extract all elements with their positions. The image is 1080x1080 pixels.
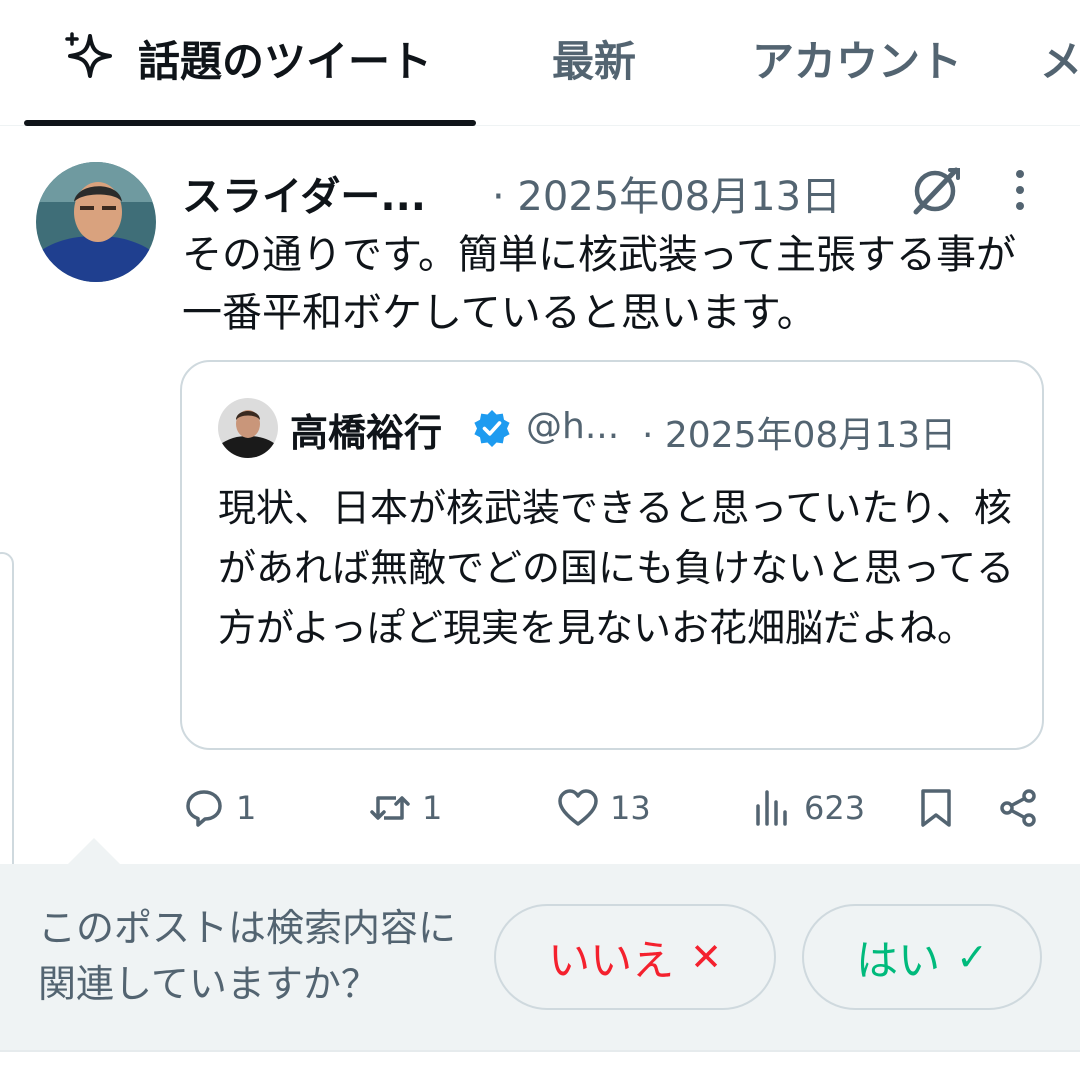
quoted-text: 現状、日本が核武装できると思っていたり、核があれば無敵でどの国にも負けないと思っ… [218,486,1015,650]
views-button[interactable]: 623 [750,780,865,836]
quoted-avatar[interactable] [218,398,278,458]
verified-badge-icon [474,410,510,447]
yes-button[interactable]: はい ✓ [802,904,1042,1010]
tab-label: 最新 [552,36,637,86]
share-icon [1000,789,1036,827]
active-tab-indicator [24,120,476,126]
tweet-text: その通りです。簡単に核武装って主張する事が一番平和ボケしていると思います。 [182,232,1016,336]
views-chart-icon [756,790,787,826]
tab-label: アカウント [752,36,963,86]
tab-label: メ [1040,36,1080,86]
yes-button-label: はい [856,935,941,985]
quoted-tweet[interactable]: 高橋裕行 @h... · 2025年08月13日 現状、日本が核武装できると思っ… [180,360,1044,750]
prompt-pointer [66,838,122,866]
quoted-handle[interactable]: @h... [526,406,619,447]
sparkle-icon [65,32,112,78]
reply-count: 1 [236,789,257,827]
reply-button[interactable]: 1 [182,780,256,836]
bookmark-icon [921,789,951,827]
repost-button[interactable]: 1 [368,780,442,836]
divider [0,1050,1080,1052]
grok-icon[interactable] [906,162,964,220]
repost-icon [370,796,410,820]
tab-top-tweets[interactable]: 話題のツイート [60,28,432,88]
no-button-label: いいえ [548,935,675,985]
view-count: 623 [804,789,866,827]
relevance-question: このポストは検索内容に関連していますか？ [38,906,457,1006]
bookmark-button[interactable] [914,780,958,836]
quoted-date[interactable]: · 2025年08月13日 [642,406,956,458]
search-tabs: 話題のツイート 最新 アカウント メ [0,0,1080,126]
tab-accounts[interactable]: アカウント [752,28,962,88]
like-button[interactable]: 13 [556,780,651,836]
heart-icon [558,789,598,826]
tweet-date[interactable]: · 2025年08月13日 [492,164,841,222]
share-button[interactable] [996,780,1040,836]
reply-icon [186,790,222,827]
tab-label: 話題のツイート [138,36,433,86]
more-options-icon[interactable] [1008,168,1032,212]
tab-latest[interactable]: 最新 [552,28,636,88]
like-count: 13 [610,789,651,827]
tab-media[interactable]: メ [1040,28,1080,88]
quoted-author-name[interactable]: 高橋裕行 [290,402,442,457]
check-icon: ✓ [956,935,988,979]
no-button[interactable]: いいえ ✕ [494,904,776,1010]
repost-count: 1 [422,789,443,827]
author-name[interactable]: スライダー... [182,164,426,222]
close-icon: ✕ [690,935,722,979]
avatar[interactable] [36,162,156,282]
